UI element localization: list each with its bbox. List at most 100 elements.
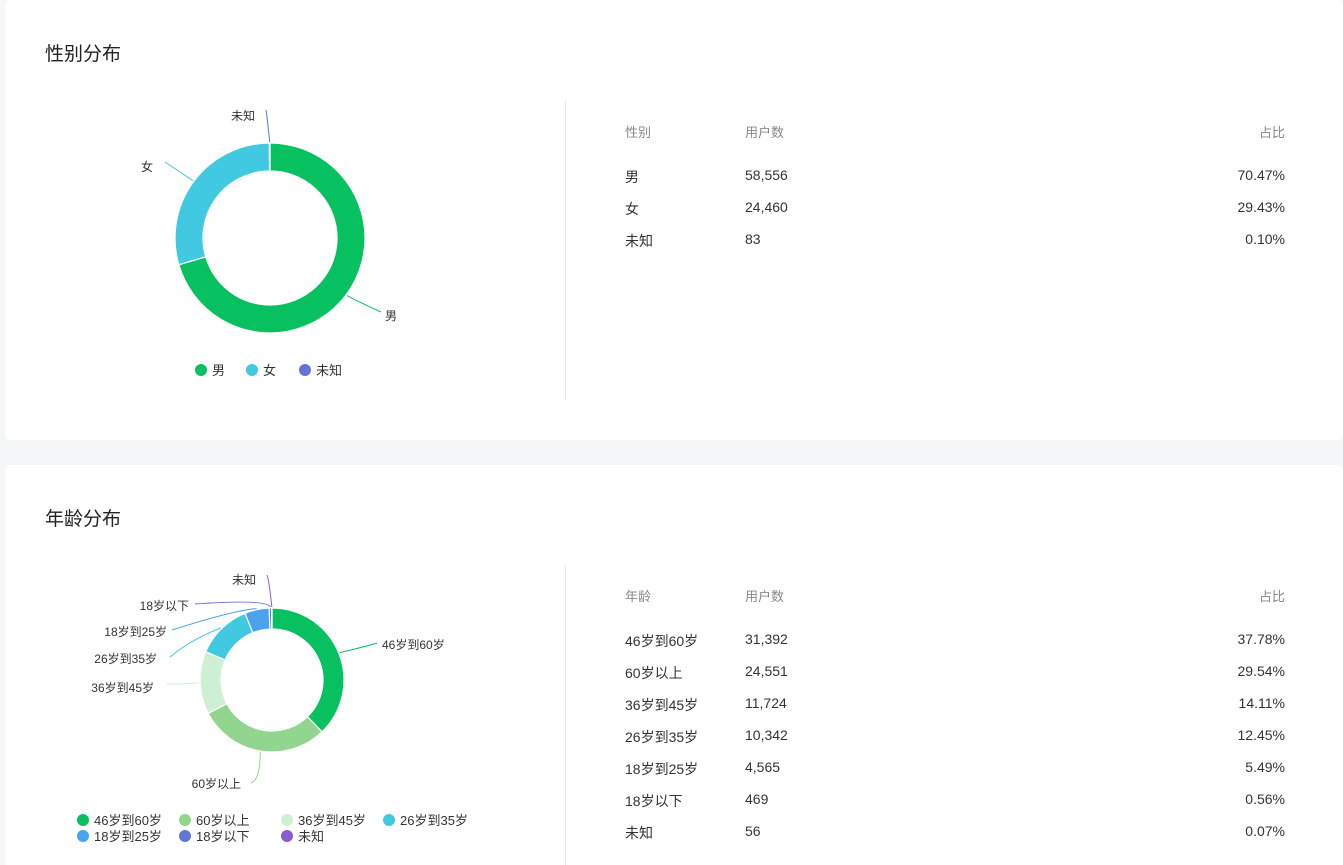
- age-row-percent: 29.54%: [1237, 663, 1285, 679]
- legend-item-label[interactable]: 36岁到45岁: [298, 813, 366, 828]
- age-row-label: 60岁以上: [625, 665, 683, 681]
- age-row-count: 469: [745, 791, 769, 807]
- legend-marker[interactable]: [179, 830, 191, 842]
- table-row: 未知 56 0.07%: [625, 823, 1285, 855]
- age-row-percent: 37.78%: [1237, 631, 1285, 647]
- gender-header-percent: 占比: [1258, 125, 1285, 140]
- gender-row-label: 女: [625, 201, 639, 217]
- age-table: 年龄 用户数 占比 46岁到60岁 31,392 37.78% 60岁以上 24…: [625, 586, 1285, 855]
- legend-marker[interactable]: [281, 830, 293, 842]
- table-row: 女 24,460 29.43%: [625, 199, 1285, 231]
- table-row: 18岁以下 469 0.56%: [625, 791, 1285, 823]
- age-distribution-card: 年龄分布 46岁到60岁 60岁以上 36岁到45岁 26岁到35岁 18岁到25岁 18…: [5, 465, 1343, 865]
- age-row-count: 11,724: [745, 695, 787, 711]
- table-row: 46岁到60岁 31,392 37.78%: [625, 631, 1285, 663]
- gender-row-count: 83: [745, 231, 761, 247]
- label-leader-line: [266, 574, 273, 608]
- legend-item-label[interactable]: 男: [212, 363, 225, 378]
- age-row-label: 46岁到60岁: [625, 633, 699, 649]
- donut-slice[interactable]: [199, 650, 228, 715]
- age-row-percent: 5.49%: [1245, 759, 1285, 775]
- legend-marker[interactable]: [77, 814, 89, 826]
- age-row-percent: 14.11%: [1238, 695, 1285, 711]
- gender-row-count: 58,556: [745, 167, 788, 183]
- gender-table-header: 性别 用户数 占比: [625, 122, 1285, 167]
- age-row-label: 18岁以下: [625, 793, 683, 809]
- donut-slice[interactable]: [207, 702, 323, 753]
- label-leader-line: [164, 161, 194, 182]
- table-row: 26岁到35岁 10,342 12.45%: [625, 727, 1285, 759]
- label-leader-line: [346, 295, 382, 313]
- slice-label: 46岁到60岁: [382, 637, 445, 652]
- age-row-count: 10,342: [745, 727, 788, 743]
- slice-label: 18岁到25岁: [104, 624, 167, 639]
- slice-label: 未知: [231, 109, 255, 123]
- age-row-count: 31,392: [745, 631, 788, 647]
- legend-item-label[interactable]: 60岁以上: [196, 813, 249, 828]
- gender-divider: [565, 100, 566, 400]
- age-row-label: 18岁到25岁: [625, 761, 699, 777]
- legend-marker[interactable]: [179, 814, 191, 826]
- gender-distribution-card: 性别分布 男女未知男女未知 性别 用户数 占比 男 58,556 70.47% …: [5, 0, 1343, 440]
- donut-slice[interactable]: [271, 607, 345, 733]
- label-leader-line: [339, 642, 378, 654]
- gender-donut-chart: 男女未知男女未知: [141, 109, 397, 378]
- gender-row-percent: 70.47%: [1237, 167, 1285, 183]
- age-divider: [565, 565, 566, 865]
- legend-marker[interactable]: [77, 830, 89, 842]
- legend-item-label[interactable]: 未知: [316, 363, 342, 378]
- slice-label: 男: [385, 309, 397, 323]
- legend-item-label[interactable]: 18岁到25岁: [94, 829, 162, 844]
- table-row: 36岁到45岁 11,724 14.11%: [625, 695, 1285, 727]
- slice-label: 60岁以上: [192, 776, 241, 791]
- gender-header-category: 性别: [625, 125, 652, 140]
- age-row-label: 未知: [625, 825, 653, 841]
- table-row: 60岁以上 24,551 29.54%: [625, 663, 1285, 695]
- slice-label: 18岁以下: [140, 598, 189, 613]
- slice-label: 26岁到35岁: [94, 651, 157, 666]
- gender-row-count: 24,460: [745, 199, 788, 215]
- slice-label: 未知: [232, 573, 256, 587]
- age-donut-chart: 46岁到60岁60岁以上36岁到45岁26岁到35岁18岁到25岁18岁以下未知…: [77, 573, 468, 844]
- legend-item-label[interactable]: 未知: [298, 829, 324, 844]
- gender-header-users: 用户数: [745, 125, 785, 140]
- legend-marker[interactable]: [195, 364, 207, 376]
- gender-row-label: 未知: [625, 233, 653, 249]
- age-header-percent: 占比: [1258, 589, 1285, 604]
- legend-item-label[interactable]: 46岁到60岁: [94, 813, 162, 828]
- age-table-header: 年龄 用户数 占比: [625, 586, 1285, 631]
- age-row-count: 24,551: [745, 663, 788, 679]
- legend-marker[interactable]: [246, 364, 258, 376]
- table-row: 男 58,556 70.47%: [625, 167, 1285, 199]
- label-leader-line: [194, 601, 271, 608]
- age-row-label: 36岁到45岁: [625, 697, 699, 713]
- label-leader-line: [265, 109, 271, 143]
- gender-row-percent: 29.43%: [1237, 199, 1285, 215]
- donut-slice[interactable]: [268, 142, 271, 172]
- donut-slice[interactable]: [174, 142, 271, 266]
- legend-item-label[interactable]: 女: [263, 363, 276, 378]
- age-header-users: 用户数: [745, 589, 785, 604]
- age-row-label: 26岁到35岁: [625, 729, 699, 745]
- age-row-count: 56: [745, 823, 761, 839]
- legend-item-label[interactable]: 18岁以下: [196, 829, 249, 844]
- slice-label: 女: [141, 159, 153, 174]
- gender-row-percent: 0.10%: [1245, 231, 1285, 247]
- age-row-percent: 12.45%: [1237, 727, 1285, 743]
- legend-item-label[interactable]: 26岁到35岁: [400, 813, 468, 828]
- table-row: 未知 83 0.10%: [625, 231, 1285, 263]
- donut-slice[interactable]: [205, 612, 254, 661]
- label-leader-line: [166, 682, 200, 685]
- age-row-percent: 0.07%: [1245, 823, 1285, 839]
- legend-marker[interactable]: [383, 814, 395, 826]
- age-header-category: 年龄: [625, 589, 652, 604]
- gender-row-label: 男: [625, 169, 639, 185]
- slice-label: 36岁到45岁: [91, 680, 154, 695]
- age-row-percent: 0.56%: [1245, 791, 1285, 807]
- age-row-count: 4,565: [745, 759, 781, 775]
- legend-marker[interactable]: [281, 814, 293, 826]
- gender-table: 性别 用户数 占比 男 58,556 70.47% 女 24,460 29.43…: [625, 122, 1285, 263]
- legend-marker[interactable]: [299, 364, 311, 376]
- label-leader-line: [250, 752, 261, 784]
- table-row: 18岁到25岁 4,565 5.49%: [625, 759, 1285, 791]
